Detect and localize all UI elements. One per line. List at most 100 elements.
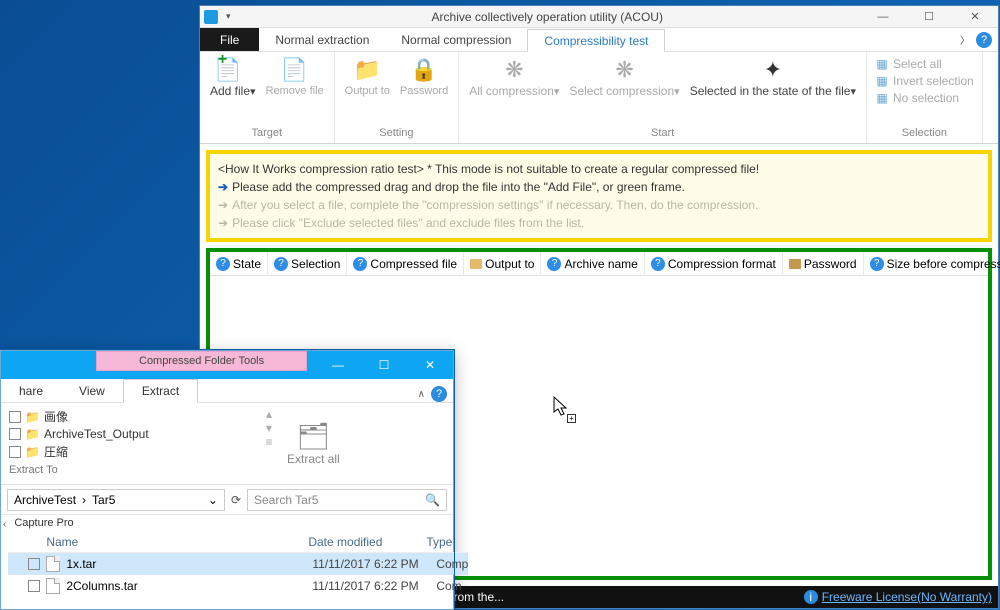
minimize-button[interactable]: — (315, 351, 361, 379)
col-password[interactable]: Password (783, 252, 864, 275)
collapse-ribbon-icon[interactable]: 〉 (960, 32, 970, 47)
file-type: Comp (436, 557, 468, 571)
close-button[interactable]: ✕ (407, 351, 453, 379)
file-icon (46, 578, 60, 594)
collapse-ribbon-icon[interactable]: ∧ (418, 389, 425, 400)
extract-all-button[interactable]: 🗂 Extract all (277, 403, 350, 484)
tab-compressibility-test[interactable]: Compressibility test (527, 29, 665, 52)
file-name: 1x.tar (66, 557, 306, 571)
list-item[interactable]: 📁画像 (9, 407, 253, 426)
ribbon-group-selection: ▦Select all ▦Invert selection ▦No select… (867, 52, 983, 143)
tab-extract[interactable]: Extract (123, 379, 198, 403)
all-compression-button[interactable]: ❋ All compression▾ (465, 54, 563, 101)
col-compressed-file[interactable]: ?Compressed file (347, 252, 464, 275)
no-selection-icon: ▦ (875, 91, 889, 105)
select-compression-button[interactable]: ❋ Select compression▾ (565, 54, 683, 101)
search-input[interactable]: Search Tar5 🔍 (247, 489, 447, 511)
cursor-star-icon: ✦ (759, 56, 787, 84)
address-bar[interactable]: ArchiveTest › Tar5 ⌄ (7, 489, 225, 511)
arrow-icon: ➔ (218, 178, 228, 196)
folder-icon (470, 259, 482, 269)
compress-all-icon: ❋ (500, 56, 528, 84)
col-archive-name[interactable]: ?Archive name (541, 252, 644, 275)
chevron-down-icon[interactable]: ▾ (266, 421, 272, 435)
maximize-button[interactable]: ☐ (906, 6, 952, 28)
license-link[interactable]: Freeware License(No Warranty) (822, 590, 992, 604)
breadcrumb-segment[interactable]: ArchiveTest (14, 493, 76, 507)
folder-icon: 📁 (353, 56, 381, 84)
help-icon[interactable]: ? (976, 32, 992, 48)
info-line-3: ➔After you select a file, complete the "… (218, 196, 980, 214)
invert-selection-button[interactable]: ▦Invert selection (873, 73, 976, 89)
file-list: Capture Pro Name Date modified Type 1x.t… (8, 515, 468, 609)
chevron-left-icon[interactable]: ‹ (3, 519, 6, 530)
gallery-scroll[interactable]: ▴▾≡ (261, 403, 277, 484)
chevron-right-icon: › (82, 493, 86, 507)
select-all-button[interactable]: ▦Select all (873, 56, 976, 72)
selected-state-button[interactable]: ✦ Selected in the state of the file▾ (686, 54, 860, 101)
file-columns-header: Name Date modified Type (8, 531, 468, 553)
tab-file[interactable]: File (200, 28, 259, 51)
info-line-2: ➔Please add the compressed drag and drop… (218, 178, 980, 196)
invert-selection-icon: ▦ (875, 74, 889, 88)
explorer-tab-row: hare View Extract ∧ ? (1, 379, 453, 403)
refresh-icon[interactable]: ⟳ (231, 493, 241, 507)
checkbox[interactable] (28, 558, 40, 570)
extract-to-label: Extract To (9, 461, 253, 479)
compress-select-icon: ❋ (611, 56, 639, 84)
tab-view[interactable]: View (61, 380, 123, 402)
table-header: ?State ?Selection ?Compressed file Outpu… (210, 252, 988, 276)
breadcrumb-bar: ArchiveTest › Tar5 ⌄ ⟳ Search Tar5 🔍 (1, 485, 453, 515)
col-name[interactable]: Name (46, 535, 308, 549)
file-icon (46, 556, 60, 572)
quick-access-item[interactable]: Capture Pro (8, 515, 468, 531)
file-name: 2Columns.tar (66, 579, 306, 593)
col-selection[interactable]: ?Selection (268, 252, 347, 275)
col-output-to[interactable]: Output to (464, 252, 541, 275)
chevron-up-icon[interactable]: ▴ (266, 407, 272, 421)
table-row[interactable]: 2Columns.tar 11/11/2017 6:22 PM Com (8, 575, 468, 597)
col-date-modified[interactable]: Date modified (308, 535, 426, 549)
col-state[interactable]: ?State (210, 252, 268, 275)
minimize-button[interactable]: — (860, 6, 906, 28)
tab-share[interactable]: hare (1, 380, 61, 402)
help-badge-icon: ? (651, 257, 665, 271)
no-selection-button[interactable]: ▦No selection (873, 90, 976, 106)
info-panel: <How It Works compression ratio test> * … (206, 150, 992, 242)
folder-icon: 📁 (25, 445, 40, 459)
more-icon[interactable]: ≡ (265, 435, 272, 449)
help-badge-icon: ? (216, 257, 230, 271)
extract-all-icon: 🗂 (297, 421, 330, 452)
lock-icon (789, 259, 801, 269)
password-button[interactable]: 🔒 Password (396, 54, 452, 100)
help-icon[interactable]: ? (431, 386, 447, 402)
arrow-icon: ➔ (218, 214, 228, 232)
output-to-button[interactable]: 📁 Output to (341, 54, 394, 100)
search-placeholder: Search Tar5 (254, 493, 318, 507)
add-file-button[interactable]: 📄+ Add file▾ (206, 54, 260, 101)
title-bar: ▾ Archive collectively operation utility… (200, 6, 998, 28)
col-type[interactable]: Type (426, 535, 466, 549)
file-date: 11/11/2017 6:22 PM (312, 579, 430, 593)
info-icon: i (804, 590, 818, 604)
select-all-icon: ▦ (875, 57, 889, 71)
checkbox[interactable] (28, 580, 40, 592)
breadcrumb-segment[interactable]: Tar5 (92, 493, 115, 507)
table-row[interactable]: 1x.tar 11/11/2017 6:22 PM Comp (8, 553, 468, 575)
remove-file-button[interactable]: 📄 Remove file (262, 54, 328, 100)
info-line-1: <How It Works compression ratio test> * … (218, 160, 980, 178)
list-item[interactable]: 📁ArchiveTest_Output (9, 426, 253, 442)
tab-normal-compression[interactable]: Normal compression (385, 28, 527, 51)
col-size-before[interactable]: ?Size before compressio (864, 252, 1000, 275)
qat-dropdown-icon[interactable]: ▾ (222, 11, 235, 22)
col-compression-format[interactable]: ?Compression format (645, 252, 783, 275)
info-line-4: ➔Please click "Exclude selected files" a… (218, 214, 980, 232)
tab-normal-extraction[interactable]: Normal extraction (259, 28, 385, 51)
list-item[interactable]: 📁圧縮 (9, 442, 253, 461)
add-file-icon: 📄+ (219, 56, 247, 84)
maximize-button[interactable]: ☐ (361, 351, 407, 379)
chevron-down-icon[interactable]: ⌄ (208, 493, 218, 507)
nav-pane-strip: ‹ (1, 515, 8, 609)
close-button[interactable]: ✕ (952, 6, 998, 28)
ribbon-group-target: 📄+ Add file▾ 📄 Remove file Target (200, 52, 335, 143)
